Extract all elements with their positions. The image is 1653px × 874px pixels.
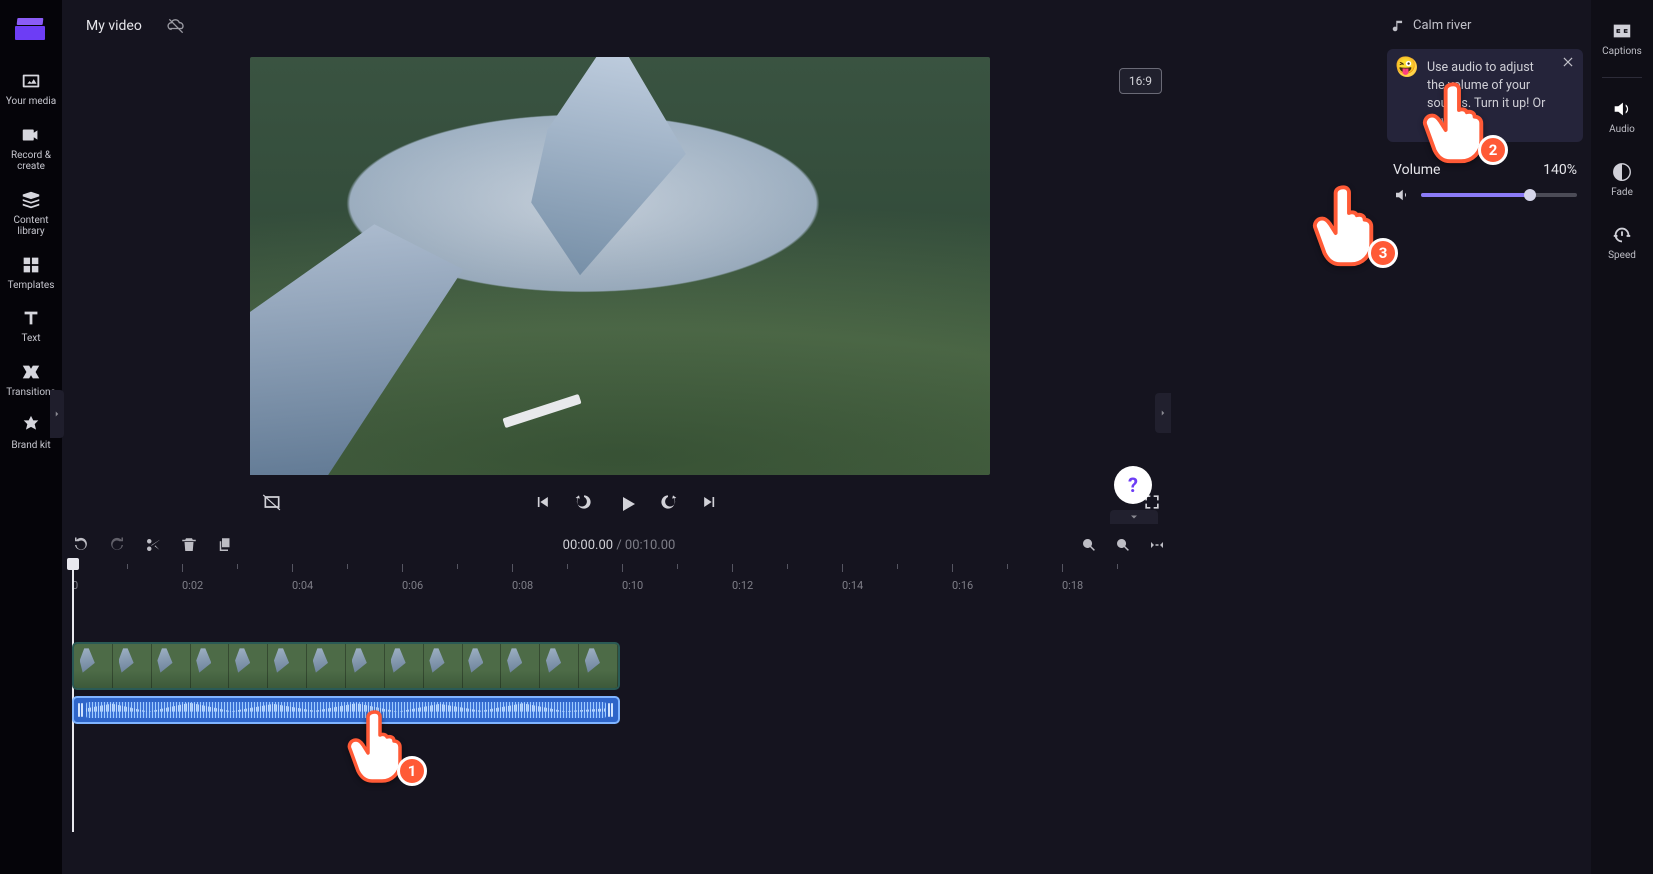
current-time: 00:00.00 <box>563 538 613 553</box>
audio-waveform <box>86 702 606 718</box>
annotation-hand-3: 3 <box>1310 178 1388 272</box>
timeline-time-display: 00:00.00 / 00:10.00 <box>563 538 676 553</box>
ruler-tick: 0:08 <box>512 579 533 592</box>
captions-tab[interactable]: Captions <box>1591 14 1653 63</box>
selected-track-name: Calm river <box>1383 14 1587 37</box>
right-panel-collapse[interactable] <box>1155 393 1171 433</box>
right-toolbar: Captions Audio Fade Speed <box>1591 0 1653 874</box>
audio-icon <box>1611 98 1633 120</box>
play-button[interactable] <box>616 492 636 512</box>
app-logo[interactable] <box>15 18 47 40</box>
sidebar-record-create[interactable]: Record & create <box>0 116 62 181</box>
ruler-tick: 0:12 <box>732 579 753 592</box>
delete-button[interactable] <box>180 536 198 554</box>
transitions-icon <box>20 361 42 383</box>
camera-icon <box>20 124 42 146</box>
volume-slider[interactable] <box>1421 193 1577 197</box>
left-sidebar: Your media Record & create Content libra… <box>0 0 62 874</box>
ruler-tick: 0:10 <box>622 579 643 592</box>
sidebar-templates[interactable]: Templates <box>0 246 62 300</box>
cloud-sync-off-icon[interactable] <box>166 16 186 36</box>
zoom-in-button[interactable] <box>1114 536 1132 554</box>
brandkit-icon <box>20 414 42 436</box>
sidebar-label: Templates <box>8 280 55 292</box>
clip-handle-right[interactable] <box>608 703 614 717</box>
clip-handle-left[interactable] <box>78 703 84 717</box>
volume-label: Volume <box>1393 162 1440 178</box>
tip-text: Use audio to adjust the volume of your s… <box>1427 60 1545 129</box>
fit-timeline-button[interactable] <box>1148 536 1166 554</box>
sidebar-text[interactable]: Text <box>0 299 62 353</box>
duplicate-button[interactable] <box>216 536 234 554</box>
volume-value: 140% <box>1543 162 1577 178</box>
sidebar-label: Content library <box>0 215 62 238</box>
audio-tab[interactable]: Audio <box>1591 92 1653 141</box>
audio-properties-panel: Calm river Use audio to adjust the volum… <box>1379 0 1591 874</box>
sidebar-label: Transitions <box>6 387 55 399</box>
speaker-icon[interactable] <box>1393 186 1411 204</box>
sidebar-label: Brand kit <box>11 440 50 452</box>
redo-button[interactable] <box>108 536 126 554</box>
hide-overlays-icon[interactable] <box>262 492 282 512</box>
left-panel-expand[interactable] <box>50 390 64 438</box>
zoom-out-button[interactable] <box>1080 536 1098 554</box>
skip-end-icon[interactable] <box>700 492 720 512</box>
speed-icon <box>1611 224 1633 246</box>
sidebar-label: Text <box>21 333 40 345</box>
help-button[interactable]: ? <box>1114 466 1152 504</box>
aspect-ratio-button[interactable]: 16:9 <box>1119 68 1162 94</box>
ruler-tick: 0:06 <box>402 579 423 592</box>
music-note-icon <box>1391 19 1405 33</box>
ruler-tick: 0:16 <box>952 579 973 592</box>
split-button[interactable] <box>144 536 162 554</box>
panel-collapse-down[interactable] <box>1110 510 1158 524</box>
forward-icon[interactable] <box>658 492 678 512</box>
video-clip[interactable] <box>72 642 620 690</box>
ruler-tick: 0:14 <box>842 579 863 592</box>
timeline-ruler[interactable]: 0 0:02 0:04 0:06 0:08 0:10 0:12 0:14 0:1… <box>72 564 1166 590</box>
fade-icon <box>1611 161 1633 183</box>
library-icon <box>20 189 42 211</box>
player-controls <box>76 480 1176 524</box>
tip-card: Use audio to adjust the volume of your s… <box>1387 49 1583 142</box>
text-icon <box>20 307 42 329</box>
rewind-icon[interactable] <box>574 492 594 512</box>
video-preview[interactable] <box>250 57 990 475</box>
preview-pane: 16:9 <box>76 52 1176 522</box>
sidebar-label: Your media <box>6 96 56 108</box>
ruler-tick: 0:02 <box>182 579 203 592</box>
ruler-tick: 0:18 <box>1062 579 1083 592</box>
sidebar-your-media[interactable]: Your media <box>0 62 62 116</box>
captions-icon <box>1611 20 1633 42</box>
duration: 00:10.00 <box>625 538 675 553</box>
tip-close-button[interactable] <box>1561 55 1575 75</box>
skip-start-icon[interactable] <box>532 492 552 512</box>
media-icon <box>20 70 42 92</box>
speed-tab[interactable]: Speed <box>1591 218 1653 267</box>
volume-slider-thumb[interactable] <box>1524 189 1536 201</box>
audio-clip[interactable] <box>72 696 620 724</box>
sidebar-content-library[interactable]: Content library <box>0 181 62 246</box>
timeline-toolbar: 00:00.00 / 00:10.00 <box>72 528 1166 562</box>
undo-button[interactable] <box>72 536 90 554</box>
timeline: 00:00.00 / 00:10.00 0 0:02 0:04 0:06 0:0… <box>62 524 1176 874</box>
video-title-input[interactable]: My video <box>74 12 154 40</box>
tip-emoji-icon <box>1397 57 1417 77</box>
fade-tab[interactable]: Fade <box>1591 155 1653 204</box>
sidebar-label: Record & create <box>0 150 62 173</box>
templates-icon <box>20 254 42 276</box>
ruler-tick: 0:04 <box>292 579 313 592</box>
